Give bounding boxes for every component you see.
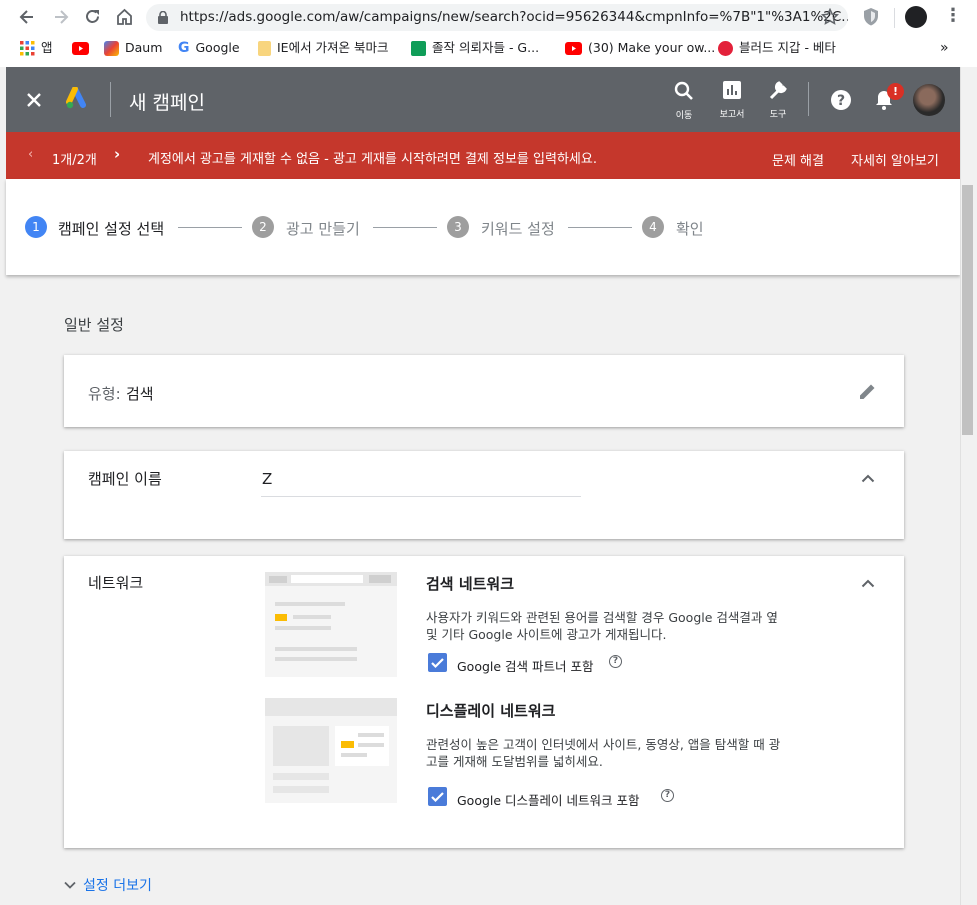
help-circle-icon[interactable]: ?: [661, 789, 674, 802]
google-icon: G: [178, 40, 190, 56]
toolbar-divider: [894, 8, 895, 28]
notification-badge: !: [887, 83, 904, 100]
search-partners-label[interactable]: Google 검색 파트너 포함: [457, 656, 594, 675]
prev-alert-icon[interactable]: ‹: [28, 147, 33, 162]
youtube-icon: [72, 41, 89, 55]
bookmarks-overflow[interactable]: »: [940, 37, 949, 59]
display-network-title: 디스플레이 네트워크: [426, 702, 556, 720]
step-3-number: 3: [447, 216, 469, 238]
apps-grid-icon: [20, 40, 35, 55]
chevron-up-icon[interactable]: [861, 473, 875, 483]
bookmark-apps[interactable]: 앱: [20, 37, 53, 59]
home-icon[interactable]: [115, 7, 134, 26]
step-3-label[interactable]: 키워드 설정: [481, 218, 555, 239]
campaign-name-input[interactable]: Z: [261, 465, 581, 497]
payment-alert-banner: ‹ 1개/2개 › 계정에서 광고를 게재할 수 없음 - 광고 게재를 시작하…: [6, 132, 960, 179]
url-text: https://ads.google.com/aw/campaigns/new/…: [180, 9, 848, 25]
address-bar[interactable]: https://ads.google.com/aw/campaigns/new/…: [146, 4, 848, 31]
help-circle-icon[interactable]: ?: [609, 655, 622, 668]
chevron-up-icon[interactable]: [861, 578, 875, 588]
fix-issue-link[interactable]: 문제 해결: [772, 150, 824, 169]
check-icon: [431, 658, 444, 669]
search-network-description: 사용자가 키워드와 관련된 용어를 검색할 경우 Google 검색결과 옆 및…: [426, 610, 778, 642]
lock-icon: [158, 11, 168, 24]
browser-chrome: https://ads.google.com/aw/campaigns/new/…: [0, 0, 977, 67]
page-title: 새 캠페인: [129, 92, 205, 114]
step-2-label[interactable]: 광고 만들기: [286, 218, 360, 239]
svg-text:?: ?: [837, 93, 845, 109]
display-network-illustration: [265, 698, 397, 803]
forward-icon[interactable]: [52, 8, 70, 26]
network-label: 네트워크: [88, 574, 144, 592]
display-network-label[interactable]: Google 디스플레이 네트워크 포함: [457, 790, 640, 809]
search-icon: [674, 81, 693, 100]
bookmark-google[interactable]: G Google: [178, 37, 240, 59]
app-header: 새 캠페인 이동 보고서 도구 ? !: [6, 67, 960, 132]
close-icon[interactable]: [26, 92, 42, 108]
search-network-illustration: [265, 572, 397, 677]
campaign-name-label: 캠페인 이름: [88, 470, 162, 488]
campaign-name-card: 캠페인 이름 Z: [64, 451, 904, 539]
folder-icon: [258, 40, 271, 56]
step-connector: [568, 227, 632, 228]
daum-icon: [104, 40, 119, 56]
bookmark-youtube-video[interactable]: (30) Make your ow...: [565, 37, 715, 59]
search-partners-checkbox[interactable]: [428, 653, 447, 672]
header-divider: [110, 82, 111, 117]
help-icon[interactable]: ?: [830, 89, 852, 111]
header-divider: [808, 82, 809, 116]
account-avatar[interactable]: [913, 84, 945, 116]
type-label: 유형:: [88, 385, 121, 403]
step-4-label[interactable]: 확인: [676, 218, 704, 239]
campaign-type-card[interactable]: 유형: 검색: [64, 355, 904, 427]
youtube-icon: [565, 41, 582, 55]
step-1-label[interactable]: 캠페인 설정 선택: [58, 218, 164, 239]
more-settings-toggle[interactable]: 설정 더보기: [64, 875, 152, 895]
menu-icon[interactable]: ⋮: [944, 7, 962, 25]
shield-extension-icon[interactable]: [862, 7, 880, 27]
blood-wallet-icon: [718, 40, 733, 56]
check-icon: [431, 792, 444, 803]
step-connector: [178, 227, 242, 228]
display-network-description: 관련성이 높은 고객이 인터넷에서 사이트, 동영상, 앱을 탐색할 때 광 고…: [426, 737, 781, 769]
alert-message: 계정에서 광고를 게재할 수 없음 - 광고 게재를 시작하려면 결제 정보를 …: [148, 152, 597, 167]
sheets-icon: [411, 40, 426, 56]
reload-icon[interactable]: [83, 7, 102, 26]
nav-search-button[interactable]: 이동: [666, 81, 702, 125]
type-value: 검색: [126, 385, 154, 403]
campaign-stepper: 1 캠페인 설정 선택 2 광고 만들기 3 키워드 설정 4 확인: [6, 179, 960, 275]
step-connector: [373, 227, 437, 228]
display-network-checkbox[interactable]: [428, 787, 447, 806]
back-icon[interactable]: [18, 8, 36, 26]
step-2-number: 2: [252, 216, 274, 238]
network-card: 네트워크 검색 네트워크 사용자가 키워드와 관련된 용어를 검색할 경우 Go…: [64, 556, 904, 848]
section-title: 일반 설정: [64, 316, 124, 334]
step-4-number: 4: [642, 216, 664, 238]
profile-avatar[interactable]: [905, 6, 927, 28]
search-network-title: 검색 네트워크: [426, 575, 515, 593]
reports-icon: [723, 81, 741, 99]
bookmark-youtube[interactable]: [72, 37, 89, 59]
bookmark-ie-folder[interactable]: IE에서 가져온 북마크: [258, 37, 389, 59]
bookmark-daum[interactable]: Daum: [104, 37, 162, 59]
bookmark-sheets[interactable]: 졸작 의뢰자들 - G...: [411, 37, 539, 59]
chevron-down-icon: [64, 881, 76, 889]
star-icon[interactable]: [821, 8, 839, 26]
google-ads-logo-icon: [66, 87, 89, 109]
nav-reports-button[interactable]: 보고서: [712, 80, 752, 124]
bookmark-blood-wallet[interactable]: 블러드 지갑 - 베타: [718, 37, 836, 59]
next-alert-icon[interactable]: ›: [114, 145, 120, 163]
edit-pencil-icon[interactable]: [858, 382, 877, 401]
alert-pager: 1개/2개: [52, 153, 97, 168]
nav-tools-button[interactable]: 도구: [762, 79, 794, 125]
wrench-icon: [769, 81, 787, 100]
learn-more-link[interactable]: 자세히 알아보기: [851, 150, 939, 169]
step-1-number: 1: [25, 216, 47, 238]
page-scrollbar-thumb[interactable]: [962, 185, 973, 435]
